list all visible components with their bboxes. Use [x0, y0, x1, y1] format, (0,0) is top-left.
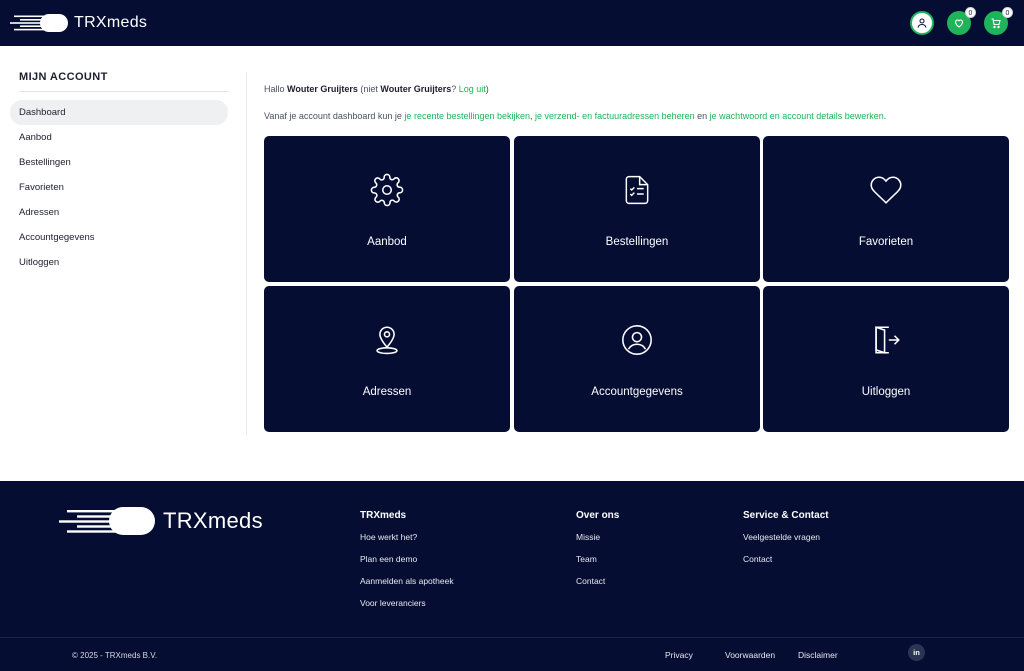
- favorites-button[interactable]: 0: [947, 7, 976, 35]
- footer-link-faq[interactable]: Veelgestelde vragen: [743, 531, 829, 553]
- footer-column-over-ons: Over ons Missie Team Contact: [576, 510, 619, 597]
- card-adressen[interactable]: Adressen: [264, 286, 510, 432]
- greeting-username-2: Wouter Gruijters: [380, 84, 452, 94]
- copyright: © 2025 - TRXmeds B.V.: [72, 651, 158, 660]
- terms-link[interactable]: Voorwaarden: [725, 650, 775, 660]
- card-favorieten[interactable]: Favorieten: [763, 136, 1009, 282]
- linkedin-icon[interactable]: in: [908, 644, 925, 661]
- card-aanbod[interactable]: Aanbod: [264, 136, 510, 282]
- card-uitloggen[interactable]: Uitloggen: [763, 286, 1009, 432]
- cart-button[interactable]: 0: [984, 7, 1013, 35]
- greeting-prefix: Hallo: [264, 84, 288, 94]
- nav-item-uitloggen[interactable]: Uitloggen: [10, 250, 228, 275]
- greeting-question: ?: [451, 84, 459, 94]
- nav-item-dashboard[interactable]: Dashboard: [10, 100, 228, 125]
- greeting-text: Hallo Wouter Gruijters (niet Wouter Grui…: [264, 84, 489, 94]
- nav-item-accountgegevens[interactable]: Accountgegevens: [10, 225, 228, 250]
- footer-column-title: Service & Contact: [743, 510, 829, 521]
- footer-link-leveranciers[interactable]: Voor leveranciers: [360, 597, 454, 619]
- footer-link-aanmelden-apotheek[interactable]: Aanmelden als apotheek: [360, 575, 454, 597]
- site-footer: TRXmeds TRXmeds Hoe werkt het? Plan een …: [0, 481, 1024, 671]
- account-details-link[interactable]: je wachtwoord en account details bewerke…: [710, 111, 884, 121]
- footer-column-title: TRXmeds: [360, 510, 407, 521]
- heart-icon: [866, 170, 906, 210]
- greeting-username: Wouter Gruijters: [287, 84, 358, 94]
- footer-link-team[interactable]: Team: [576, 553, 619, 575]
- greeting-suffix: ): [485, 84, 489, 94]
- gear-icon: [367, 170, 407, 210]
- greeting-middle: (niet: [357, 84, 381, 94]
- card-accountgegevens[interactable]: Accountgegevens: [514, 286, 760, 432]
- sidebar-title: MIJN ACCOUNT: [19, 71, 108, 83]
- addresses-link[interactable]: je verzend- en factuuradressen beheren: [535, 111, 695, 121]
- sidebar-divider: [19, 91, 229, 92]
- footer-link-contact[interactable]: Contact: [576, 575, 619, 597]
- content-divider: [246, 72, 247, 434]
- user-icon: [917, 18, 927, 28]
- cart-count-badge: 0: [1002, 7, 1013, 18]
- logout-icon: [866, 320, 906, 360]
- recent-orders-link[interactable]: je recente bestellingen bekijken: [404, 111, 530, 121]
- footer-logo[interactable]: TRXmeds: [59, 505, 263, 537]
- heart-icon: [954, 19, 964, 28]
- intro-text-4: .: [883, 111, 887, 121]
- intro-text-1: Vanaf je account dashboard kun je: [264, 111, 405, 121]
- logo-mark-icon: [10, 14, 68, 32]
- cart-icon: [991, 18, 1001, 29]
- privacy-link[interactable]: Privacy: [665, 650, 693, 660]
- site-header: TRXmeds 0 0: [0, 0, 1024, 46]
- dashboard-intro: Vanaf je account dashboard kun je je rec…: [264, 111, 886, 121]
- footer-link-service-contact[interactable]: Contact: [743, 553, 829, 575]
- nav-item-aanbod[interactable]: Aanbod: [10, 125, 228, 150]
- footer-brand: TRXmeds: [163, 508, 263, 533]
- header-brand: TRXmeds: [74, 14, 148, 31]
- footer-link-plan-demo[interactable]: Plan een demo: [360, 553, 454, 575]
- intro-text-3: en: [694, 111, 710, 121]
- account-button[interactable]: [910, 11, 934, 35]
- card-label: Adressen: [362, 386, 412, 398]
- account-nav: Dashboard Aanbod Bestellingen Favorieten…: [10, 100, 228, 275]
- card-label: Uitloggen: [861, 386, 911, 398]
- logo-mark-icon: [59, 507, 155, 535]
- nav-item-bestellingen[interactable]: Bestellingen: [10, 150, 228, 175]
- card-label: Favorieten: [858, 236, 914, 248]
- footer-link-missie[interactable]: Missie: [576, 531, 619, 553]
- card-label: Bestellingen: [605, 236, 669, 248]
- disclaimer-link[interactable]: Disclaimer: [798, 650, 838, 660]
- nav-item-adressen[interactable]: Adressen: [10, 200, 228, 225]
- nav-item-favorieten[interactable]: Favorieten: [10, 175, 228, 200]
- header-logo[interactable]: TRXmeds: [10, 11, 147, 35]
- card-bestellingen[interactable]: Bestellingen: [514, 136, 760, 282]
- card-label: Accountgegevens: [591, 386, 683, 398]
- favorites-count-badge: 0: [965, 7, 976, 18]
- footer-column-service: Service & Contact Veelgestelde vragen Co…: [743, 510, 829, 575]
- footer-column-title: Over ons: [576, 510, 620, 521]
- logout-link[interactable]: Log uit: [459, 84, 486, 94]
- footer-link-hoe-werkt-het[interactable]: Hoe werkt het?: [360, 531, 454, 553]
- footer-divider: [0, 637, 1024, 638]
- card-label: Aanbod: [367, 236, 407, 248]
- map-pin-icon: [367, 320, 407, 360]
- document-list-icon: [617, 170, 657, 210]
- footer-column-trxmeds: TRXmeds Hoe werkt het? Plan een demo Aan…: [360, 510, 454, 619]
- user-circle-icon: [617, 320, 657, 360]
